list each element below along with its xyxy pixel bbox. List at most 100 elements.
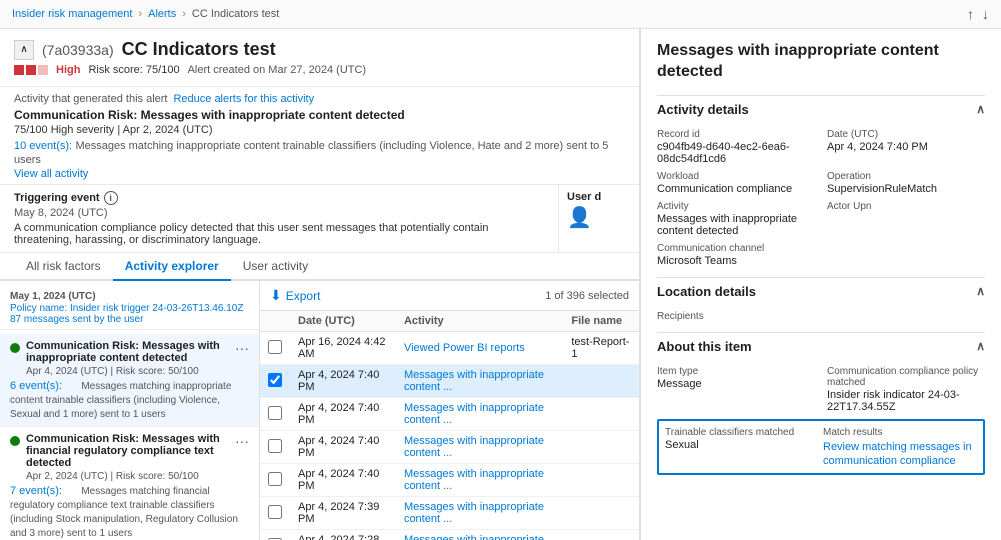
tab-user-activity[interactable]: User activity [231,253,320,281]
policy-info: May 1, 2024 (UTC) Policy name: Insider r… [0,287,259,330]
table-row[interactable]: Apr 4, 2024 7:40 PMMessages with inappro… [260,398,639,431]
row-checkbox-2[interactable] [268,406,282,420]
severity-badges [14,65,48,75]
item-type-label: Item type [657,366,815,377]
activity-desc: Messages matching inappropriate content … [14,140,608,166]
triggering-info-icon[interactable]: i [104,191,118,205]
activity-label: Activity [657,201,815,212]
risk-item-1[interactable]: Communication Risk: Messages with financ… [0,427,259,540]
row-checkbox-1[interactable] [268,373,282,387]
operation-field: Operation SupervisionRuleMatch [827,171,985,195]
policy-matched-label: Communication compliance policy matched [827,366,985,388]
row-checkbox-4[interactable] [268,472,282,486]
col-filename: File name [563,311,639,332]
msg-count-link[interactable]: 87 messages sent by the user [10,314,249,325]
row-activity-5: Messages with inappropriate content ... [396,497,563,530]
table-row[interactable]: Apr 4, 2024 7:28 PMMessages with inappro… [260,530,639,540]
table-row[interactable]: Apr 4, 2024 7:40 PMMessages with inappro… [260,464,639,497]
classifiers-field: Trainable classifiers matched Sexual [665,427,819,467]
tabs-bar: All risk factors Activity explorer User … [0,253,639,281]
risk-item-more-0[interactable]: ··· [235,340,249,356]
breadcrumb-insider-risk[interactable]: Insider risk management [12,8,132,20]
risk-item-events-link-1[interactable]: 7 event(s): [10,485,62,497]
activity-name: Communication Risk: Messages with inappr… [14,108,625,122]
about-item-label: About this item [657,339,752,354]
table-row[interactable]: Apr 4, 2024 7:40 PMMessages with inappro… [260,431,639,464]
classifiers-label: Trainable classifiers matched [665,427,819,438]
activity-value: Messages with inappropriate content dete… [657,213,815,237]
reduce-alerts-link[interactable]: Reduce alerts for this activity [173,93,314,105]
table-row[interactable]: Apr 4, 2024 7:40 PMMessages with inappro… [260,365,639,398]
date-utc-label: Date (UTC) [827,129,985,140]
operation-value: SupervisionRuleMatch [827,183,985,195]
activity-score: 75/100 High severity | Apr 2, 2024 (UTC) [14,124,625,136]
trainable-classifiers-grid: Trainable classifiers matched Sexual Mat… [665,427,977,467]
activity-details-label: Activity details [657,102,749,117]
actor-upn-label: Actor Upn [827,201,985,212]
table-row[interactable]: Apr 16, 2024 4:42 AMViewed Power BI repo… [260,332,639,365]
table-row[interactable]: Apr 4, 2024 7:39 PMMessages with inappro… [260,497,639,530]
comm-channel-label: Communication channel [657,243,985,254]
row-date-3: Apr 4, 2024 7:40 PM [290,431,396,464]
about-item-section: About this item ∧ Item type Message Comm… [657,332,985,475]
risk-item-events-link-0[interactable]: 6 event(s): [10,380,62,392]
activity-details-section: Activity details ∧ Record id c904fb49-d6… [657,95,985,267]
row-filename-6 [563,530,639,540]
breadcrumb-sep-1: › [138,8,142,20]
col-date: Date (UTC) [290,311,396,332]
row-activity-3: Messages with inappropriate content ... [396,431,563,464]
row-checkbox-0[interactable] [268,340,282,354]
alert-meta: Alert created on Mar 27, 2024 (UTC) [188,64,367,76]
activity-events-row: 10 event(s): Messages matching inappropr… [14,138,625,166]
risk-item-title-0: Communication Risk: Messages with inappr… [26,340,229,364]
activity-events-link[interactable]: 10 event(s): [14,140,72,152]
risk-item-0[interactable]: Communication Risk: Messages with inappr… [0,334,259,427]
tab-all-risk-factors[interactable]: All risk factors [14,253,113,281]
collapse-button[interactable]: ∧ [14,40,34,60]
main-layout: ∧ (7a03933a) CC Indicators test High Ris… [0,29,1001,540]
operation-label: Operation [827,171,985,182]
row-activity-1: Messages with inappropriate content ... [396,365,563,398]
view-all-activity-link[interactable]: View all activity [14,168,88,180]
breadcrumb-alerts[interactable]: Alerts [148,8,176,20]
severity-sq-1 [14,65,24,75]
classifiers-value: Sexual [665,439,819,451]
policy-name-link[interactable]: Policy name: Insider risk trigger 24-03-… [10,303,249,314]
activity-table: Date (UTC) Activity File name Apr 16, 20… [260,311,639,540]
row-filename-5 [563,497,639,530]
policy-date: May 1, 2024 (UTC) [10,291,249,302]
export-button[interactable]: ⬇ Export [270,287,320,304]
table-header: Date (UTC) Activity File name [260,311,639,332]
row-date-2: Apr 4, 2024 7:40 PM [290,398,396,431]
date-utc-value: Apr 4, 2024 7:40 PM [827,141,985,153]
nav-down-button[interactable]: ↓ [982,6,989,22]
row-activity-0: Viewed Power BI reports [396,332,563,365]
tab-activity-explorer[interactable]: Activity explorer [113,253,231,281]
severity-text: High [56,64,80,76]
risk-item-date-1: Apr 2, 2024 (UTC) | Risk score: 50/100 [26,471,249,482]
recipients-field: Recipients [657,311,985,322]
row-activity-6: Messages with inappropriate content ... [396,530,563,540]
activity-details-header[interactable]: Activity details ∧ [657,95,985,123]
col-activity: Activity [396,311,563,332]
export-icon: ⬇ [270,287,282,304]
about-item-header[interactable]: About this item ∧ [657,332,985,360]
record-id-value: c904fb49-d640-4ec2-6ea6-08dc54df1cd6 [657,141,815,165]
row-date-0: Apr 16, 2024 4:42 AM [290,332,396,365]
two-col-area: Triggering event i May 8, 2024 (UTC) A c… [0,185,639,253]
row-date-6: Apr 4, 2024 7:28 PM [290,530,396,540]
location-details-chevron: ∧ [976,284,985,298]
row-checkbox-5[interactable] [268,505,282,519]
risk-item-more-1[interactable]: ··· [235,433,249,449]
severity-sq-2 [26,65,36,75]
nav-up-button[interactable]: ↑ [967,6,974,22]
activity-generated-label: Activity that generated this alert [14,93,167,105]
actor-upn-field: Actor Upn [827,201,985,237]
row-activity-4: Messages with inappropriate content ... [396,464,563,497]
row-filename-0: test-Report-1 [563,332,639,365]
item-type-value: Message [657,378,815,390]
comm-channel-field: Communication channel Microsoft Teams [657,243,985,267]
row-checkbox-3[interactable] [268,439,282,453]
match-results-link[interactable]: Review matching messages in communicatio… [823,441,972,467]
location-details-header[interactable]: Location details ∧ [657,277,985,305]
